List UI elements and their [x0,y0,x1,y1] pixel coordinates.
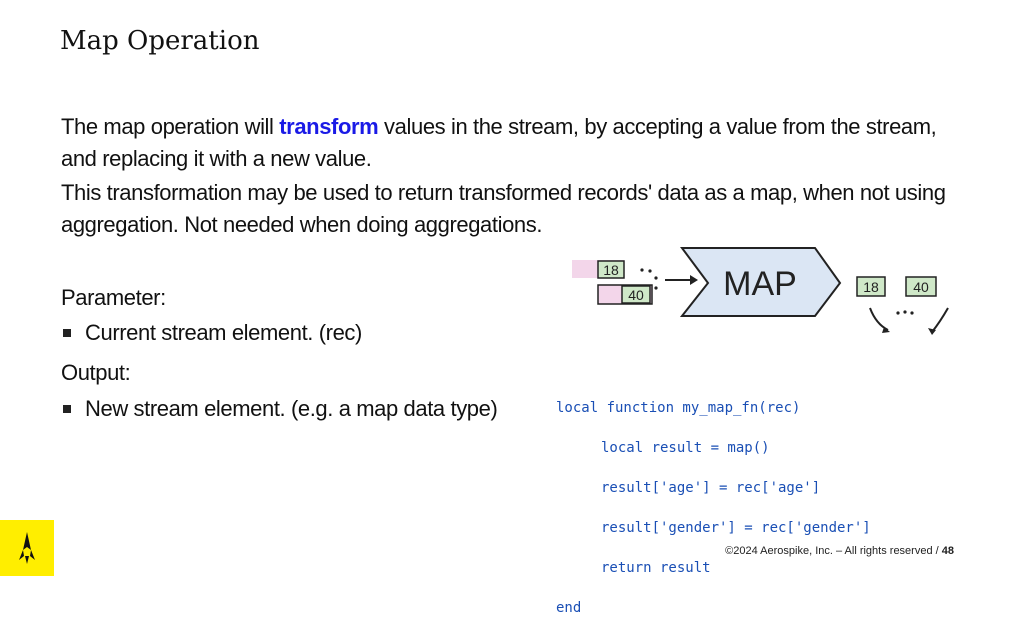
code-line: result['gender'] = rec['gender'] [601,520,871,536]
code-line: local result = map() [601,440,770,456]
curved-arrow-left-icon [869,307,889,331]
dot-icon [648,269,652,273]
output-item: New stream element. (e.g. a map data typ… [85,396,498,421]
transform-keyword: transform [279,114,379,139]
code-block: local function my_map_fn(rec) local resu… [556,378,871,638]
bullet-square-icon [63,405,71,413]
dot-icon [640,268,644,272]
output-label: Output: [61,360,131,385]
dot-icon [903,310,907,314]
output-value-18: 18 [863,279,879,295]
intro-paragraph: The map operation will transform values … [61,111,961,175]
parameter-item: Current stream element. (rec) [85,320,362,345]
intro-text-start: The map operation will [61,114,280,139]
aerospike-logo [0,520,54,576]
transformation-paragraph: This transformation may be used to retur… [61,180,946,237]
slide-title: Map Operation [60,26,260,56]
input-value-18: 18 [603,262,619,278]
code-line: return result [601,560,711,576]
code-line: end [556,600,582,616]
curved-arrow-right-icon [931,307,949,333]
code-line: result['age'] = rec['age'] [601,480,821,496]
parameter-bullet: Current stream element. (rec) [63,320,362,346]
output-value-40: 40 [913,279,929,295]
dot-icon [896,311,900,315]
dot-icon [654,276,658,280]
page-number: 48 [941,545,954,557]
code-line: local function my_map_fn(rec) [556,400,801,416]
aerospike-rocket-icon [19,532,35,564]
page-separator: / [932,545,942,557]
copyright-text: ©2024 Aerospike, Inc. – All rights reser… [725,545,933,557]
output-bullet: New stream element. (e.g. a map data typ… [63,396,498,422]
bullet-square-icon [63,329,71,337]
dot-icon [910,311,914,315]
parameter-label: Parameter: [61,285,166,310]
arrow-right-icon [690,275,698,285]
input-value-40: 40 [628,287,644,303]
footer: ©2024 Aerospike, Inc. – All rights reser… [725,545,954,557]
dot-icon [654,286,658,290]
map-diagram: 18 40 MAP 18 40 [572,247,949,335]
map-label: MAP [723,265,797,303]
